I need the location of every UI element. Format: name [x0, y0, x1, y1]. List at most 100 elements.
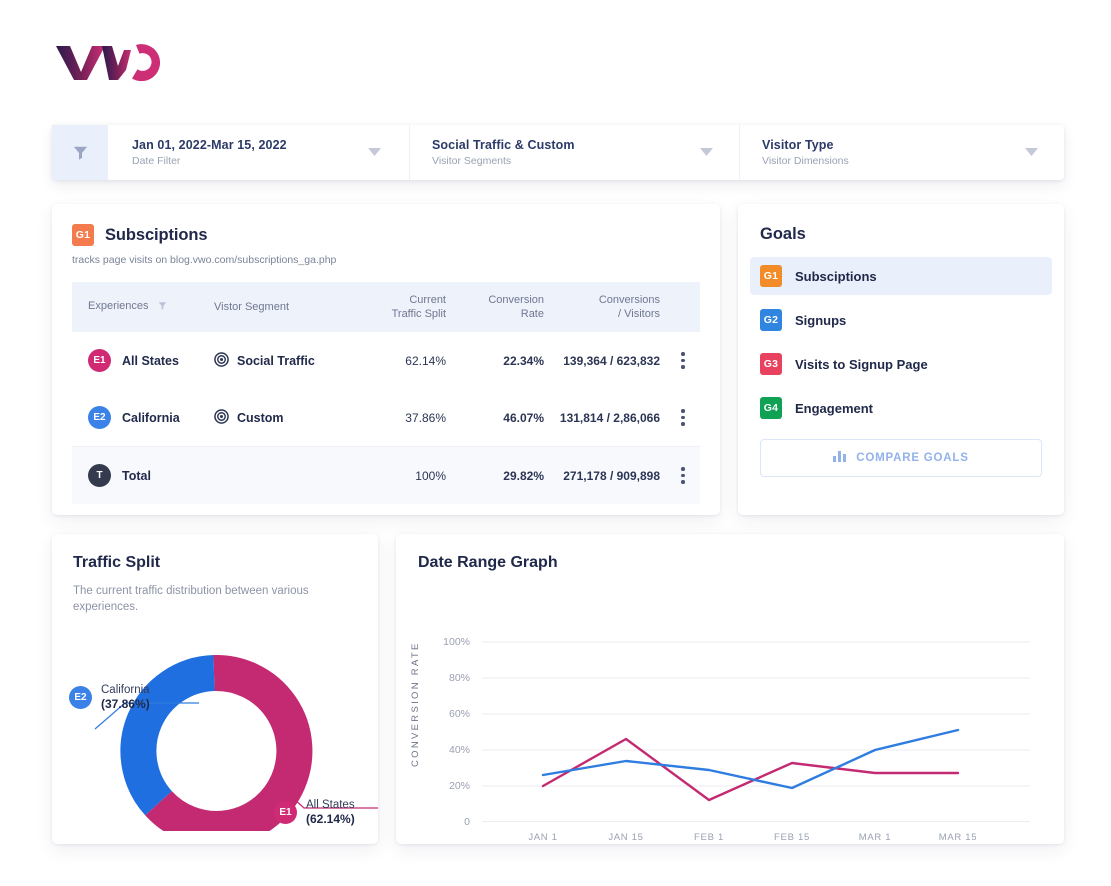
table-row[interactable]: E1 All States Social Traffic 62.14% 22.3…: [72, 332, 700, 389]
row-conversions-visitors: 271,178 / 909,898: [544, 446, 666, 504]
goal-label: Signups: [795, 312, 847, 328]
row-menu-cell[interactable]: [666, 332, 700, 389]
segment-name: Custom: [237, 410, 284, 425]
experience-badge-e1: E1: [88, 349, 111, 372]
visitor-segments-control[interactable]: Social Traffic & Custom Visitor Segments: [409, 125, 739, 180]
chevron-down-icon[interactable]: [1025, 144, 1038, 162]
row-conversions-visitors: 131,814 / 2,86,066: [559, 410, 660, 425]
compare-goals-label: COMPARE GOALS: [856, 452, 969, 464]
kebab-menu-icon[interactable]: [666, 467, 700, 484]
bar-chart-icon: [833, 449, 847, 467]
date-filter-control[interactable]: Jan 01, 2022-Mar 15, 2022 Date Filter: [52, 125, 409, 180]
experience-badge-e2: E2: [69, 685, 92, 709]
target-icon: [214, 351, 229, 370]
line-series-california: [541, 728, 960, 790]
goal-item-visits-to-signup-page[interactable]: G3 Visits to Signup Page: [750, 345, 1052, 383]
date-filter-label: Date Filter: [132, 154, 181, 167]
visitor-segments-label: Visitor Segments: [432, 154, 512, 167]
experience-badge-e1: E1: [274, 800, 297, 824]
goal-badge-g1: G1: [760, 265, 782, 287]
experiences-table: Experiences Vistor Segment Current Traff…: [72, 282, 700, 504]
subscriptions-description: tracks page visits on blog.vwo.com/subsc…: [72, 254, 337, 266]
line-series-all-states: [541, 737, 960, 802]
donut-label-name: All States: [306, 799, 355, 811]
row-menu-cell[interactable]: [666, 389, 700, 447]
traffic-split-description: The current traffic distribution between…: [73, 585, 309, 613]
row-segment-cell: [214, 446, 350, 504]
filter-icon[interactable]: [157, 300, 168, 315]
column-cts-line2: Traffic Split: [391, 308, 446, 320]
goals-card: Goals G1 Subsciptions G2 Signups G3 Visi…: [738, 204, 1064, 515]
compare-goals-button[interactable]: COMPARE GOALS: [760, 439, 1042, 477]
goals-list: G1 Subsciptions G2 Signups G3 Visits to …: [738, 257, 1064, 427]
column-experiences[interactable]: Experiences: [72, 282, 214, 332]
vwo-logo: [52, 36, 162, 88]
kebab-menu-icon[interactable]: [666, 409, 700, 426]
donut-label-california: E2 California (37.86%): [69, 683, 150, 711]
experience-name: All States: [122, 353, 179, 368]
row-conversions-visitors: 139,364 / 623,832: [563, 353, 660, 368]
traffic-split-donut-chart: E2 California (37.86%) E1 All States (62…: [52, 621, 378, 831]
goals-title: Goals: [760, 225, 806, 243]
goal-item-subscriptions[interactable]: G1 Subsciptions: [750, 257, 1052, 295]
column-cts-line1: Current: [409, 294, 446, 306]
column-current-traffic-split: Current Traffic Split: [350, 282, 446, 332]
row-conversion-rate: 29.82%: [446, 446, 544, 504]
dashboard-page: Jan 01, 2022-Mar 15, 2022 Date Filter So…: [0, 0, 1111, 886]
table-row[interactable]: E2 California Custom 37.86% 46.07% 131,8…: [72, 389, 700, 447]
row-segment-cell: Social Traffic: [214, 332, 350, 389]
date-range-graph-card: Date Range Graph CONVERSION RATE 100% 80…: [396, 534, 1064, 844]
chevron-down-icon[interactable]: [700, 144, 713, 162]
subscriptions-title: Subsciptions: [105, 225, 208, 244]
visitor-dimensions-label: Visitor Dimensions: [762, 154, 849, 167]
column-cr-line1: Conversion: [488, 294, 544, 306]
kebab-menu-icon[interactable]: [666, 352, 700, 369]
column-actions: [666, 282, 700, 332]
goal-label: Subsciptions: [795, 268, 877, 284]
donut-label-percent: (37.86%): [101, 697, 150, 711]
goal-item-engagement[interactable]: G4 Engagement: [750, 389, 1052, 427]
donut-label-name: California: [101, 684, 150, 696]
goal-label: Visits to Signup Page: [795, 356, 928, 372]
experience-badge-total: T: [88, 464, 111, 487]
visitor-dimensions-value: Visitor Type: [762, 137, 834, 152]
column-conversions-visitors: Conversions / Visitors: [544, 282, 666, 332]
row-menu-cell[interactable]: [666, 446, 700, 504]
segment-name: Social Traffic: [237, 353, 315, 368]
date-filter-value: Jan 01, 2022-Mar 15, 2022: [132, 137, 287, 152]
date-range-graph-title: Date Range Graph: [418, 554, 558, 571]
subscriptions-header: G1 Subsciptions: [52, 204, 720, 246]
goal-badge-g2: G2: [760, 309, 782, 331]
chevron-down-icon[interactable]: [368, 144, 381, 162]
traffic-split-title: Traffic Split: [73, 554, 161, 571]
column-cr-line2: Rate: [520, 308, 544, 320]
x-tick-feb-1: FEB 1: [694, 832, 724, 843]
x-tick-mar-1: MAR 1: [858, 832, 892, 843]
column-conversion-rate: Conversion Rate: [446, 282, 544, 332]
table-body: E1 All States Social Traffic 62.14% 22.3…: [72, 332, 700, 504]
row-segment-cell: Custom: [214, 389, 350, 447]
goal-badge-g3: G3: [760, 353, 782, 375]
row-experience-cell: T Total: [72, 446, 214, 504]
goal-badge-g4: G4: [760, 397, 782, 419]
row-traffic-split: 100%: [350, 446, 446, 504]
goal-badge-g1: G1: [72, 224, 94, 246]
experience-name: Total: [122, 468, 151, 483]
traffic-split-card: Traffic Split The current traffic distri…: [52, 534, 378, 844]
column-cv-line2: / Visitors: [618, 308, 660, 320]
visitor-dimensions-control[interactable]: Visitor Type Visitor Dimensions: [739, 125, 1064, 180]
experience-badge-e2: E2: [88, 406, 111, 429]
row-conversion-rate: 46.07%: [503, 410, 544, 425]
row-experience-cell: E1 All States: [72, 332, 214, 389]
filter-bar: Jan 01, 2022-Mar 15, 2022 Date Filter So…: [52, 125, 1064, 180]
row-conversion-rate: 22.34%: [503, 353, 544, 368]
row-experience-cell: E2 California: [72, 389, 214, 447]
donut-label-percent: (62.14%): [306, 812, 355, 826]
table-row-total[interactable]: T Total 100% 29.82% 271,178 / 909,898: [72, 446, 700, 504]
target-icon: [214, 408, 229, 427]
column-experiences-label: Experiences: [88, 300, 149, 312]
column-visitor-segment: Vistor Segment: [214, 301, 290, 313]
goal-label: Engagement: [795, 400, 874, 416]
funnel-icon[interactable]: [52, 125, 108, 180]
goal-item-signups[interactable]: G2 Signups: [750, 301, 1052, 339]
